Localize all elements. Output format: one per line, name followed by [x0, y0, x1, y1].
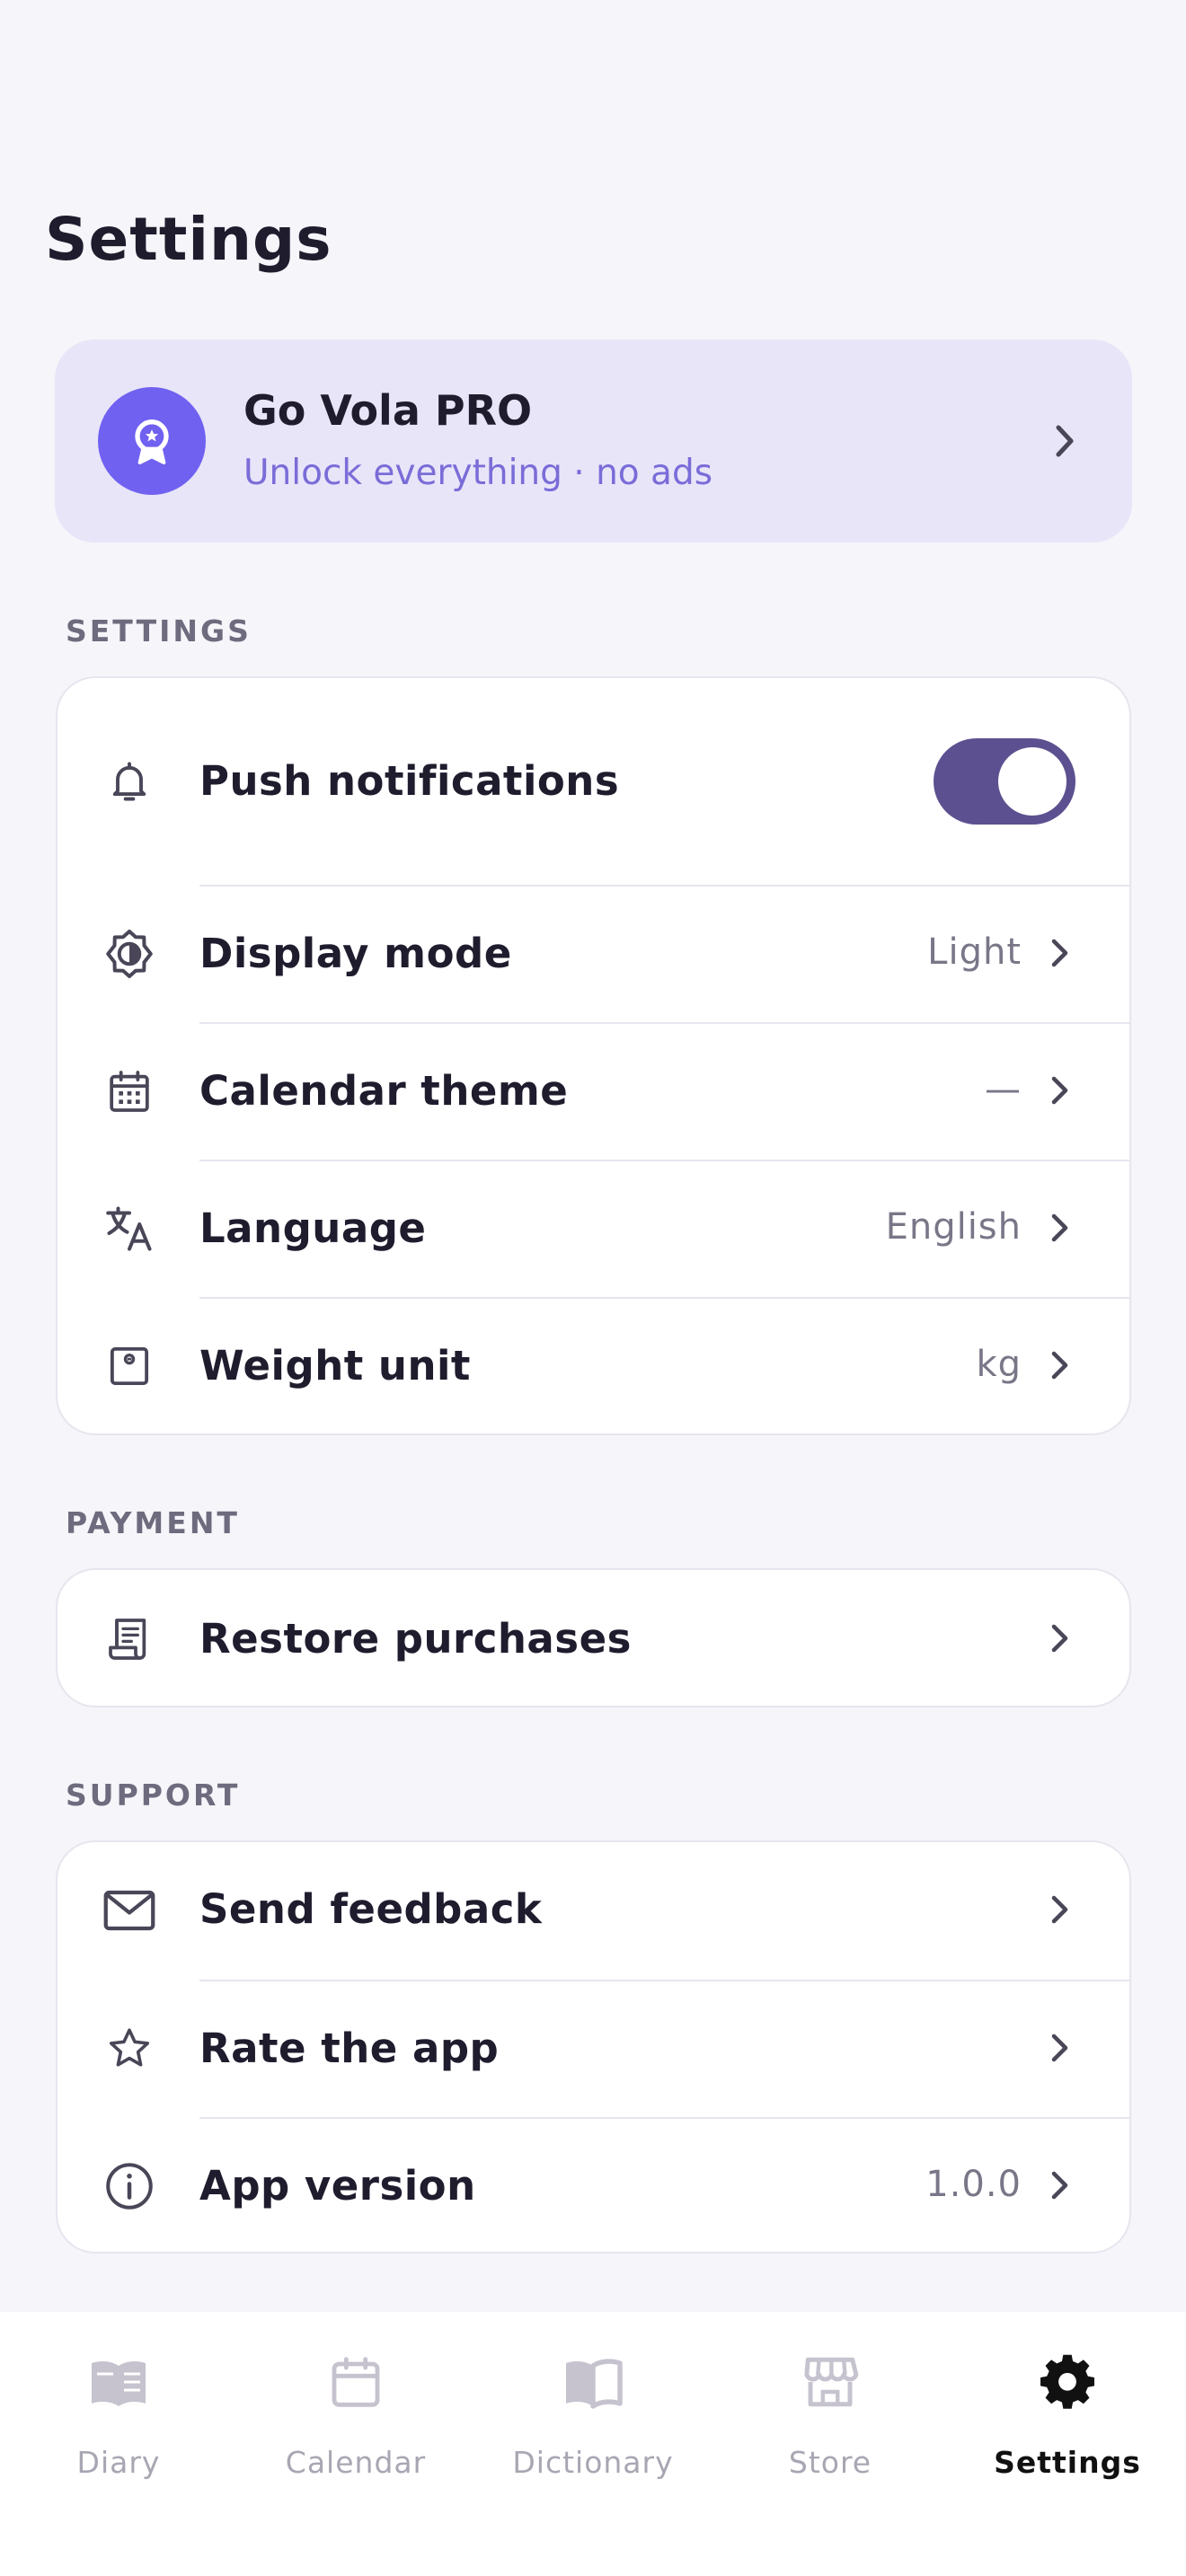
weight-unit-label: Weight unit — [199, 1342, 471, 1389]
go-pro-card[interactable]: Go Vola PRO Unlock everything · no ads — [55, 340, 1132, 543]
tab-calendar[interactable]: Calendar — [237, 2312, 474, 2492]
pro-subtitle: Unlock everything · no ads — [243, 453, 713, 493]
calendar-theme-label: Calendar theme — [199, 1067, 569, 1115]
tab-settings-label: Settings — [994, 2445, 1141, 2480]
chevron-right-icon — [1047, 935, 1074, 971]
receipt-icon — [102, 1612, 156, 1666]
chevron-right-icon — [1051, 422, 1078, 463]
calendar-theme-value: — — [985, 1069, 1022, 1110]
app-version-label: App version — [199, 2162, 476, 2210]
pro-title: Go Vola PRO — [243, 386, 533, 435]
mail-icon — [102, 1883, 156, 1937]
bottom-tab-bar: Diary Calendar Dictionary Store Settings — [0, 2312, 1186, 2576]
restore-purchases-label: Restore purchases — [199, 1615, 632, 1663]
page-title: Settings — [45, 205, 332, 274]
settings-row-language[interactable]: Language English — [58, 1161, 1129, 1297]
tab-settings[interactable]: Settings — [949, 2312, 1186, 2492]
send-feedback-label: Send feedback — [199, 1885, 543, 1933]
tab-store[interactable]: Store — [712, 2312, 949, 2492]
tab-dictionary-label: Dictionary — [512, 2445, 674, 2480]
storefront-icon — [794, 2346, 866, 2418]
section-label-support: SUPPORT — [66, 1778, 241, 1813]
bell-icon — [102, 754, 156, 808]
tab-calendar-label: Calendar — [285, 2445, 427, 2480]
language-label: Language — [199, 1204, 427, 1252]
info-icon — [102, 2159, 156, 2213]
tab-diary[interactable]: Diary — [0, 2312, 237, 2492]
support-card: Send feedback Rate the app App version 1… — [56, 1840, 1131, 2254]
support-row-rate-app[interactable]: Rate the app — [58, 1981, 1129, 2117]
chevron-right-icon — [1047, 1347, 1074, 1383]
chevron-right-icon — [1047, 2167, 1074, 2203]
calendar-grid-icon — [102, 1064, 156, 1118]
book-open-icon — [83, 2346, 155, 2418]
award-badge-icon — [98, 387, 206, 495]
gear-icon — [1031, 2346, 1103, 2418]
chevron-right-icon — [1047, 1892, 1074, 1928]
settings-row-calendar-theme[interactable]: Calendar theme — — [58, 1024, 1129, 1160]
language-value: English — [885, 1206, 1022, 1248]
tab-diary-label: Diary — [76, 2445, 161, 2480]
display-mode-value: Light — [927, 931, 1022, 973]
settings-card: Push notifications Display mode Light Ca… — [56, 676, 1131, 1435]
chevron-right-icon — [1047, 1620, 1074, 1656]
tab-dictionary[interactable]: Dictionary — [474, 2312, 712, 2492]
support-row-app-version[interactable]: App version 1.0.0 — [58, 2119, 1129, 2252]
push-notifications-label: Push notifications — [199, 757, 620, 805]
chevron-right-icon — [1047, 2030, 1074, 2066]
payment-row-restore-purchases[interactable]: Restore purchases — [58, 1570, 1129, 1706]
book-icon — [557, 2346, 629, 2418]
brightness-icon — [102, 927, 156, 981]
display-mode-label: Display mode — [199, 930, 512, 977]
scale-icon — [102, 1339, 156, 1393]
support-row-send-feedback[interactable]: Send feedback — [58, 1842, 1129, 1980]
calendar-icon — [320, 2346, 392, 2418]
section-label-payment: PAYMENT — [66, 1505, 240, 1540]
translate-icon — [102, 1202, 156, 1256]
settings-row-display-mode[interactable]: Display mode Light — [58, 887, 1129, 1022]
payment-card: Restore purchases — [56, 1568, 1131, 1707]
section-label-settings: SETTINGS — [66, 613, 252, 648]
settings-row-weight-unit[interactable]: Weight unit kg — [58, 1299, 1129, 1434]
rate-app-label: Rate the app — [199, 2025, 500, 2072]
settings-row-push-notifications[interactable]: Push notifications — [58, 678, 1129, 885]
app-version-value: 1.0.0 — [925, 2164, 1022, 2205]
chevron-right-icon — [1047, 1210, 1074, 1246]
star-icon — [102, 2022, 156, 2076]
tab-store-label: Store — [788, 2445, 872, 2480]
weight-unit-value: kg — [976, 1344, 1022, 1385]
chevron-right-icon — [1047, 1072, 1074, 1108]
push-notifications-toggle[interactable] — [934, 738, 1075, 825]
toggle-knob — [998, 747, 1067, 816]
